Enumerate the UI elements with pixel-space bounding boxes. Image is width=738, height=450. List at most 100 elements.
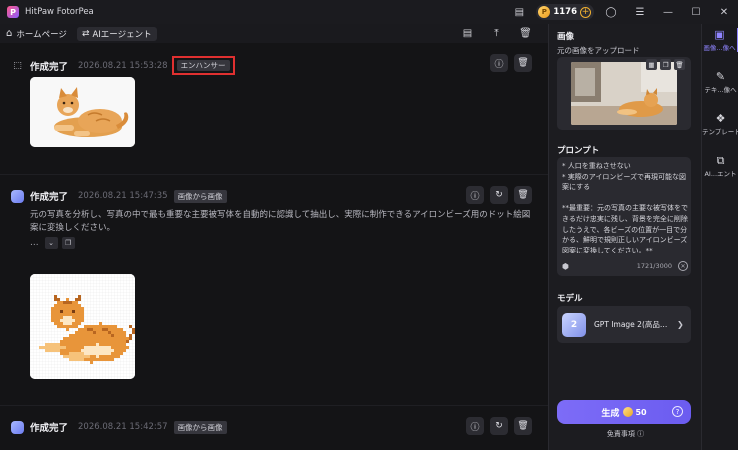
card-title: 作成完了 <box>30 192 69 203</box>
card-actions: ⓘ ↻ 🗑 <box>466 417 532 435</box>
chevron-right-icon: ❯ <box>677 320 684 329</box>
cat-photo <box>30 77 135 147</box>
source-cat-photo <box>571 62 677 125</box>
image-section-title: 画像 <box>557 32 575 42</box>
card-header: 作成完了 2026.08.21 15:42:57 画像から画像 <box>11 420 227 434</box>
upload-tools: ▦ ❐ 🗑 <box>646 59 685 70</box>
text-to-image-icon: ✎ <box>715 70 726 83</box>
model-section-title: モデル <box>557 294 583 304</box>
char-count: 1721/3000 <box>636 262 672 270</box>
home-label: ホームページ <box>16 29 67 40</box>
maximize-button[interactable]: ☐ <box>682 0 710 24</box>
nav-ai-agent[interactable]: ⧉ AI...エント <box>702 154 738 178</box>
card-actions: ⓘ 🗑 <box>490 54 532 72</box>
image-to-image-icon <box>11 420 24 434</box>
upload-label: 元の画像をアップロード <box>557 46 640 55</box>
help-icon[interactable]: ? <box>672 406 683 417</box>
prompt-description: 元の写真を分析し、写真の中で最も重要な主要被写体を自動的に認識して抽出し、実際に… <box>30 210 531 233</box>
nav-label: 画像...像へ <box>703 44 736 52</box>
app-title: HitPaw FotorPea <box>25 7 94 17</box>
ai-agent-button[interactable]: ⇄ AIエージェント <box>76 26 157 41</box>
copy-icon[interactable]: ❐ <box>61 237 75 249</box>
delete-button[interactable]: 🗑 <box>514 186 532 204</box>
toolbar: ⌂ ホームページ ⇄ AIエージェント ▤ ⤒ 🗑 <box>0 24 548 43</box>
coin-icon: P <box>538 6 551 18</box>
delete-button[interactable]: 🗑 <box>514 417 532 435</box>
crop-icon[interactable]: ❐ <box>660 59 671 70</box>
delete-image-icon[interactable]: 🗑 <box>674 59 685 70</box>
image-to-image-icon <box>11 189 24 203</box>
prompt-footer: ⬢ 1721/3000 ✕ <box>562 261 688 271</box>
pixel-cat-image <box>30 274 135 379</box>
info-button[interactable]: ⓘ <box>466 417 484 435</box>
add-coins-icon[interactable]: + <box>580 6 591 18</box>
prompt-input[interactable]: * 人口を重ねさせない * 実際のアイロンビーズで再現可能な図案にする **最重… <box>557 157 691 276</box>
cube-icon[interactable]: ⬢ <box>562 262 569 271</box>
user-account-icon[interactable]: ◯ <box>604 5 618 19</box>
card-timestamp: 2026.08.21 15:42:57 <box>78 422 168 432</box>
coin-icon <box>623 407 634 417</box>
prompt-section-title: プロンプト <box>557 146 600 156</box>
highlight-box: エンハンサー <box>171 56 235 75</box>
generate-label: 生成 <box>601 408 620 419</box>
close-window-button[interactable]: ✕ <box>710 0 738 24</box>
home-button[interactable]: ⌂ ホームページ <box>6 26 67 41</box>
nav-image-to-image[interactable]: ▣ 画像...像へ <box>702 28 738 52</box>
card-timestamp: 2026.08.21 15:53:28 <box>78 60 168 71</box>
generate-button[interactable]: 生成 50 ? <box>557 400 691 424</box>
description-controls: ... ⌄ ❐ <box>30 237 75 249</box>
nav-label: テンプレート <box>702 128 738 136</box>
trash-icon[interactable]: 🗑 <box>519 27 532 40</box>
clipboard-icon[interactable]: ▤ <box>512 5 526 19</box>
info-button[interactable]: ⓘ <box>490 54 508 72</box>
regenerate-button[interactable]: ↻ <box>490 417 508 435</box>
ellipsis: ... <box>30 238 39 248</box>
settings-panel: 画像 元の画像をアップロード ▦ ❐ 🗑 プロンプト * 人口を重ねさせない *… <box>548 24 701 450</box>
coin-count: 1176 <box>553 7 577 17</box>
card-header: 作成完了 2026.08.21 15:47:35 画像から画像 <box>11 189 227 203</box>
ai-agent-label: AIエージェント <box>92 29 152 40</box>
minimize-button[interactable]: — <box>654 0 682 24</box>
home-icon: ⌂ <box>6 28 13 39</box>
enhanced-image-thumb[interactable] <box>30 77 135 147</box>
upload-top-icon[interactable]: ⤒ <box>490 27 503 40</box>
delete-button[interactable]: 🗑 <box>514 54 532 72</box>
pixel-art-result[interactable] <box>30 274 135 379</box>
card-header: ⬚ 作成完了 2026.08.21 15:53:28 エンハンサー <box>11 56 235 75</box>
replace-image-icon[interactable]: ▦ <box>646 59 657 70</box>
generate-cost: 50 <box>635 407 647 417</box>
disclaimer-label: 免責事項 <box>606 430 635 438</box>
enhance-frame-icon: ⬚ <box>13 60 22 71</box>
expand-chevron-icon[interactable]: ⌄ <box>44 237 58 249</box>
card-tag: 画像から画像 <box>173 189 227 203</box>
prompt-text[interactable]: * 人口を重ねさせない * 実際のアイロンビーズで再現可能な図案にする **最重… <box>562 161 688 253</box>
swap-icon: ⇄ <box>81 28 90 39</box>
regenerate-button[interactable]: ↻ <box>490 186 508 204</box>
model-selector[interactable]: 2 GPT Image 2(高品質) ... ❯ <box>557 306 691 343</box>
card-tag: エンハンサー <box>176 60 230 71</box>
nav-text-to-image[interactable]: ✎ テキ...像へ <box>702 70 738 94</box>
clear-prompt-icon[interactable]: ✕ <box>678 261 688 271</box>
title-bar: P HitPaw FotorPea ▤ P 1176 + ◯ ☰ — ☐ ✕ <box>0 0 738 24</box>
ai-agent-icon: ⧉ <box>716 154 725 167</box>
menu-icon[interactable]: ☰ <box>626 0 654 24</box>
card-actions: ⓘ ↻ 🗑 <box>466 186 532 204</box>
coin-balance[interactable]: P 1176 + <box>536 4 594 20</box>
upload-area[interactable]: ▦ ❐ 🗑 <box>557 57 691 130</box>
card-tag: 画像から画像 <box>173 420 227 434</box>
nav-label: AI...エント <box>704 170 737 178</box>
info-button[interactable]: ⓘ <box>466 186 484 204</box>
uploaded-image <box>571 62 677 125</box>
book-icon[interactable]: ▤ <box>461 27 474 40</box>
divider <box>0 405 548 406</box>
app-logo-icon: P <box>7 6 19 18</box>
divider <box>0 174 548 175</box>
disclaimer-link[interactable]: 免責事項 ⓘ <box>549 429 702 439</box>
nav-label: テキ...像へ <box>704 86 737 94</box>
model-badge-icon: 2 <box>562 312 586 337</box>
card-title: 作成完了 <box>30 61 69 73</box>
model-name: GPT Image 2(高品質) ... <box>594 320 672 329</box>
nav-templates[interactable]: ❖ テンプレート <box>702 112 738 136</box>
side-nav: ▣ 画像...像へ ✎ テキ...像へ ❖ テンプレート ⧉ AI...エント <box>701 24 738 450</box>
template-icon: ❖ <box>715 112 726 125</box>
